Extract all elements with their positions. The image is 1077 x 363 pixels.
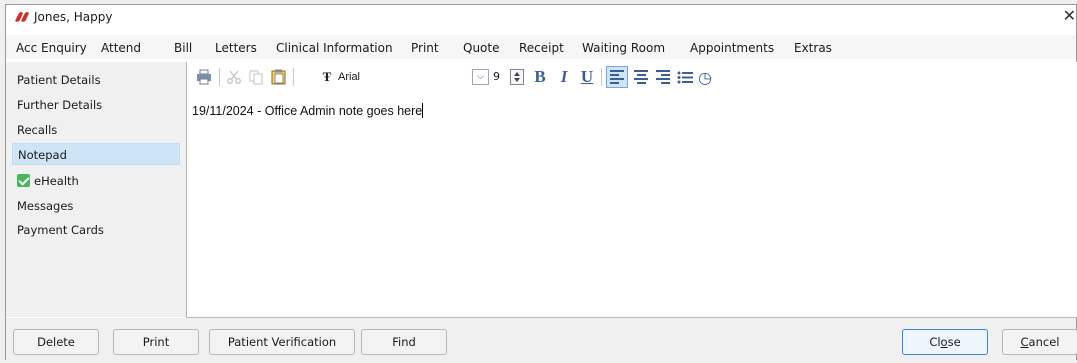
title-bar: Jones, Happy ✕ — [6, 5, 1076, 31]
print-button[interactable]: Print — [113, 329, 199, 355]
menu-bill[interactable]: Bill — [174, 41, 192, 55]
bold-button[interactable]: B — [531, 67, 549, 86]
align-left-button[interactable] — [606, 66, 628, 88]
menu-quote[interactable]: Quote — [463, 41, 499, 55]
menu-print[interactable]: Print — [411, 41, 439, 55]
window-title: Jones, Happy — [34, 10, 113, 24]
toolbar-separator — [601, 68, 602, 86]
font-icon: Ŧ — [322, 69, 332, 84]
sidebar-item-patient-details[interactable]: Patient Details — [12, 69, 180, 91]
app-logo-icon — [15, 12, 29, 22]
close-label-accel: o — [940, 335, 948, 349]
delete-button[interactable]: Delete — [13, 329, 99, 355]
format-toolbar: Ŧ Arial ⌵ 9 B I U ◷ — [187, 62, 1077, 92]
cancel-label-post: ancel — [1028, 335, 1060, 349]
font-dropdown-icon[interactable]: ⌵ — [472, 69, 489, 85]
paste-icon[interactable] — [269, 68, 287, 86]
sidebar-item-payment-cards[interactable]: Payment Cards — [12, 219, 180, 241]
insert-time-icon[interactable]: ◷ — [696, 68, 714, 87]
sidebar-item-ehealth[interactable]: eHealth — [12, 170, 180, 192]
green-check-icon — [17, 174, 30, 187]
menu-extras[interactable]: Extras — [794, 41, 832, 55]
menu-receipt[interactable]: Receipt — [519, 41, 564, 55]
cancel-button[interactable]: Cancel — [1002, 329, 1077, 355]
menu-appointments[interactable]: Appointments — [690, 41, 774, 55]
align-left-icon — [610, 68, 624, 86]
font-size-field[interactable]: 9 — [493, 70, 500, 83]
menu-acc-enquiry[interactable]: Acc Enquiry — [16, 41, 87, 55]
font-name-field[interactable]: Arial — [338, 71, 360, 83]
sidebar-item-messages[interactable]: Messages — [12, 195, 180, 217]
notepad-editor: Ŧ Arial ⌵ 9 B I U ◷ 19/11/2024 - Office … — [186, 62, 1077, 318]
bullet-list-icon — [677, 71, 693, 83]
align-center-icon — [634, 68, 648, 86]
sidebar-item-label: eHealth — [34, 174, 79, 188]
menu-attend[interactable]: Attend — [101, 41, 141, 55]
close-label-post: se — [947, 335, 961, 349]
note-text: 19/11/2024 - Office Admin note goes here — [192, 104, 423, 118]
find-button[interactable]: Find — [361, 329, 447, 355]
sidebar: Patient Details Further Details Recalls … — [6, 62, 186, 317]
bullet-list-button[interactable] — [675, 68, 695, 86]
copy-icon[interactable] — [247, 68, 265, 86]
close-window-icon[interactable]: ✕ — [1063, 6, 1076, 25]
toolbar-separator — [219, 68, 220, 86]
close-label-pre: Cl — [929, 335, 941, 349]
sidebar-item-recalls[interactable]: Recalls — [12, 119, 180, 141]
menu-letters[interactable]: Letters — [215, 41, 257, 55]
footer-bar: Delete Print Patient Verification Find C… — [6, 318, 1077, 361]
menu-clinical-information[interactable]: Clinical Information — [276, 41, 393, 55]
cancel-label-accel: C — [1020, 335, 1029, 349]
menu-bar: Acc Enquiry Attend Bill Letters Clinical… — [6, 35, 1076, 59]
underline-button[interactable]: U — [578, 67, 596, 86]
toolbar-separator — [293, 68, 294, 86]
font-size-stepper[interactable] — [510, 69, 524, 85]
patient-verification-button[interactable]: Patient Verification — [209, 329, 355, 355]
close-button[interactable]: Cl o se — [902, 329, 988, 355]
note-content[interactable]: 19/11/2024 - Office Admin note goes here — [192, 103, 424, 118]
sidebar-item-notepad[interactable]: Notepad — [12, 143, 180, 165]
cut-icon[interactable] — [225, 68, 243, 86]
text-caret — [422, 103, 424, 118]
align-right-button[interactable] — [653, 68, 673, 86]
patient-window: Jones, Happy ✕ Acc Enquiry Attend Bill L… — [5, 4, 1077, 361]
sidebar-item-further-details[interactable]: Further Details — [12, 94, 180, 116]
align-center-button[interactable] — [631, 68, 651, 86]
menu-waiting-room[interactable]: Waiting Room — [582, 41, 665, 55]
align-right-icon — [656, 68, 670, 86]
italic-button[interactable]: I — [555, 67, 573, 86]
print-icon[interactable] — [195, 68, 213, 86]
